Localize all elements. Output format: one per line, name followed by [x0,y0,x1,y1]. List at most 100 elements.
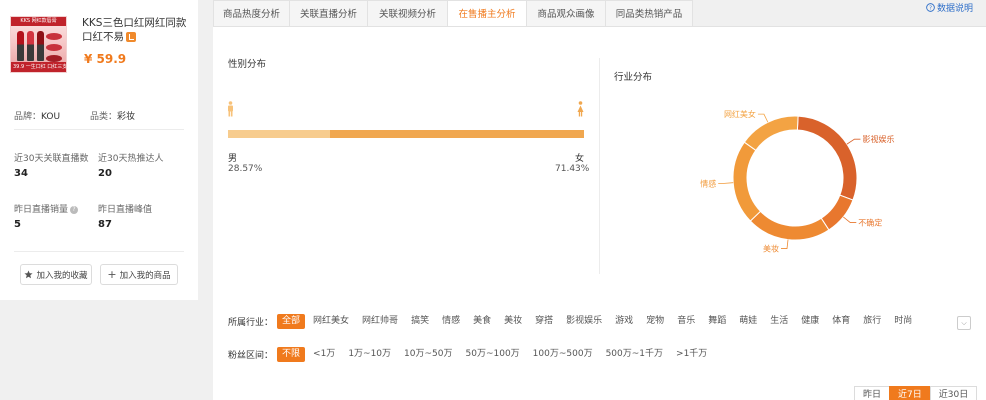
divider [14,251,184,252]
industry-filter-chip[interactable]: 影视娱乐 [561,314,607,329]
date-range-button[interactable]: 近7日 [889,386,931,400]
industry-filter-chip[interactable]: 生活 [765,314,793,329]
stat-value: 87 [98,219,112,230]
male-label: 男 [228,154,238,164]
fans-filter-chip[interactable]: 不限 [277,347,306,362]
fans-filter-chip[interactable]: 100万~500万 [528,347,598,362]
donut-leader-line [781,239,789,249]
tab-similar-products[interactable]: 同品类热销产品 [606,0,693,27]
category-label: 品类： [90,112,118,122]
fans-filter-chip[interactable]: 1万~10万 [343,347,396,362]
industry-options: 全部 网红美女 网红帅哥 搞笑 情感 美食 美妆 穿搭 影视娱乐 游戏 宠物 音乐 舞蹈 萌娃 生活 健康 体育… [277,314,920,329]
thumbnail-banner: KKS 网红款唇膏 [11,17,66,26]
fans-options: 不限 <1万 1万~10万 10万~50万 50万~100万 100万~500万 500万~… [277,347,715,362]
tab-bar: 商品热度分析 关联直播分析 关联视频分析 在售播主分析 商品观众画像 同品类热销… [213,0,693,27]
product-price: ¥ 59.9 [84,52,127,66]
industry-filter-chip[interactable]: 舞蹈 [703,314,731,329]
donut-slice[interactable] [749,210,830,241]
male-percent: 28.57% [228,164,263,174]
lip-swatch-image [46,33,62,40]
plus-icon: + [107,268,117,281]
male-ratio-fill [228,130,330,138]
industry-filter-chip[interactable]: 全部 [277,314,306,329]
stat-value: 34 [14,168,28,179]
tab-product-heat[interactable]: 商品热度分析 [213,0,290,27]
industry-filter-chip[interactable]: 宠物 [641,314,669,329]
date-range-button[interactable]: 近30日 [929,386,978,400]
brand-info: 品牌：KOU [14,104,60,123]
industry-filter-chip[interactable]: 搞笑 [406,314,434,329]
help-link[interactable]: ? 数据说明 [926,0,973,14]
industry-filter-chip[interactable]: 游戏 [610,314,638,329]
donut-slice[interactable] [732,141,762,222]
add-favorite-label: 加入我的收藏 [36,270,88,281]
fans-filter-chip[interactable]: 10万~50万 [399,347,457,362]
stat-label: 昨日直播峰值 [98,205,153,215]
question-circle-icon: ? [926,2,935,12]
lipstick-image [37,31,44,61]
fans-filter-chip[interactable]: <1万 [308,347,340,362]
tab-anchor-analysis[interactable]: 在售播主分析 [448,0,527,27]
divider [14,129,184,130]
lipstick-image [27,31,34,61]
stat-label: 昨日直播销量? [14,202,79,215]
industry-filter-chip[interactable]: 情感 [437,314,465,329]
industry-filter-chip[interactable]: 音乐 [672,314,700,329]
help-icon[interactable]: ? [70,205,79,214]
add-favorite-button[interactable]: 加入我的收藏 [20,264,92,285]
fans-filter-chip[interactable]: >1千万 [671,347,712,362]
industry-filter-chip[interactable]: 网红美女 [308,314,354,329]
chevron-down-icon[interactable]: ⌵ [957,316,971,330]
lipstick-image [17,31,24,61]
gender-ratio-bar [228,130,584,138]
tab-audience-profile[interactable]: 商品观众画像 [527,0,606,27]
donut-label: 不确定 [858,218,882,228]
female-percent: 71.43% [555,164,590,174]
store-badge-icon [126,32,136,42]
fans-filter-label: 粉丝区间： [228,351,274,361]
gender-section-title: 性别分布 [228,59,267,70]
star-icon [24,270,34,279]
fans-filter-chip[interactable]: 50万~100万 [461,347,525,362]
industry-filter-chip[interactable]: 萌娃 [734,314,762,329]
industry-filter-chip[interactable]: 体育 [827,314,855,329]
lip-swatch-image [46,44,62,51]
category-value: 彩妆 [117,112,136,122]
date-range-selector: 昨日 近7日 近30日 [854,386,978,400]
industry-filter-chip[interactable]: 穿搭 [530,314,558,329]
donut-leader-line [718,182,734,184]
donut-label: 网红美女 [724,109,756,119]
product-title[interactable]: KKS三色口红网红同款口红不易 [82,16,192,44]
donut-slice[interactable] [743,115,799,151]
stat-label: 近30天关联直播数 [14,154,89,164]
donut-label: 影视娱乐 [862,134,894,144]
male-icon [228,101,233,117]
donut-slice[interactable] [796,115,858,201]
fans-filter-chip[interactable]: 500万~1千万 [601,347,668,362]
product-thumbnail[interactable]: KKS 网红款唇膏 39.9 一生口红 口红三支 [10,16,67,73]
add-goods-label: 加入我的商品 [119,270,171,281]
help-link-label[interactable]: 数据说明 [937,1,973,14]
industry-filter-chip[interactable]: 旅行 [858,314,886,329]
industry-filter-chip[interactable]: 美食 [468,314,496,329]
donut-leader-line [846,138,861,145]
date-range-button[interactable]: 昨日 [854,386,891,400]
industry-filter-chip[interactable]: 美妆 [499,314,527,329]
add-goods-button[interactable]: + 加入我的商品 [100,264,178,285]
brand-value: KOU [41,112,61,122]
tab-related-live[interactable]: 关联直播分析 [290,0,368,27]
industry-donut-chart: 影视娱乐不确定美妆 情感 网红美女 [700,109,894,253]
lip-swatch-image [46,55,62,62]
donut-leader-line [757,113,769,123]
section-divider [599,58,600,274]
thumbnail-footer: 39.9 一生口红 口红三支 [11,62,67,72]
female-label: 女 [575,154,585,164]
tab-related-video[interactable]: 关联视频分析 [368,0,448,27]
industry-filter-row: 所属行业： 全部 网红美女 网红帅哥 搞笑 情感 美食 美妆 穿搭 影视娱乐 游戏 宠物 音乐 舞蹈 萌娃… [228,314,920,329]
industry-filter-chip[interactable]: 时尚 [889,314,917,329]
industry-filter-chip[interactable]: 网红帅哥 [357,314,403,329]
stat-label: 近30天热推达人 [98,154,164,164]
product-panel: KKS 网红款唇膏 39.9 一生口红 口红三支 KKS三色口红网红同款口红不易… [0,0,198,300]
industry-filter-chip[interactable]: 健康 [796,314,824,329]
stat-value: 5 [14,219,21,230]
